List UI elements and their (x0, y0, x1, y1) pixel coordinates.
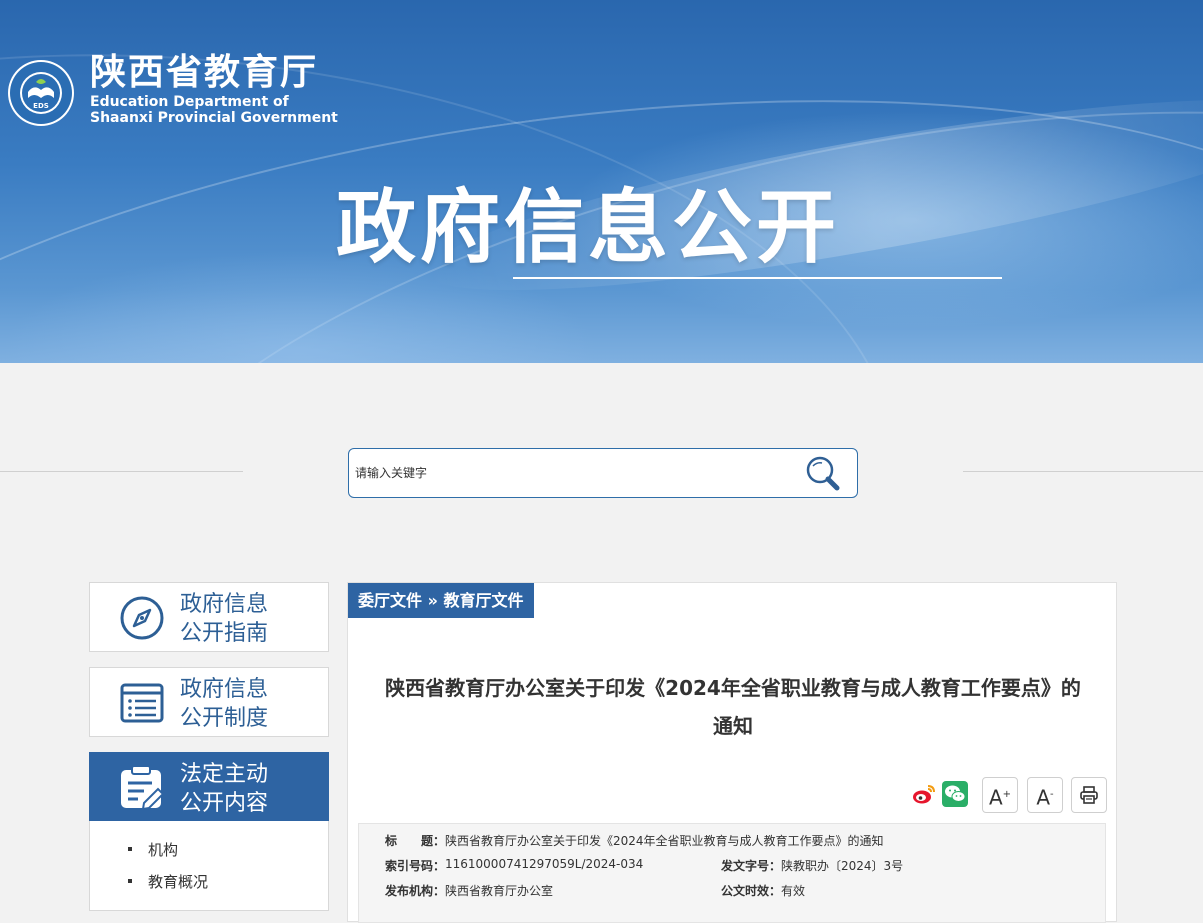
department-logo[interactable]: EDS (6, 58, 76, 128)
sidebar-item-label-line2: 公开制度 (180, 706, 269, 731)
meta-index-label: 索引号码： (385, 859, 446, 873)
meta-issuer-value: 陕西省教育厅办公室 (445, 884, 554, 898)
sidebar-subitem-organization[interactable]: 机构 (128, 839, 179, 860)
meta-issuer-label: 发布机构： (385, 884, 446, 898)
bullet-icon (128, 847, 132, 851)
meta-index-value: 11610000741297059L/2024-034 (445, 857, 644, 871)
banner-title: 政府信息公开 (336, 181, 840, 274)
meta-doc-no-label: 发文字号： (721, 859, 782, 873)
sidebar-item-label-line1: 政府信息 (180, 592, 269, 617)
svg-text:EDS: EDS (33, 102, 49, 110)
sidebar-item-label-line1: 法定主动 (180, 762, 269, 787)
breadcrumb-separator: » (427, 591, 438, 610)
sidebar-item-statutory-content[interactable]: 法定主动 公开内容 (89, 752, 329, 822)
font-increase-button[interactable]: A+ (982, 777, 1018, 813)
bullet-icon (128, 879, 132, 883)
breadcrumb-level1[interactable]: 委厅文件 (358, 591, 422, 610)
font-decrease-label: A (1036, 785, 1051, 810)
sidebar-item-label-line2: 公开指南 (180, 621, 269, 646)
header-banner: EDS 陕西省教育厅 Education Department of Shaan… (0, 0, 1203, 363)
meta-title-label: 标 题： (385, 834, 446, 848)
sidebar-subitem-label: 机构 (148, 841, 179, 859)
sidebar-item-disclosure-system[interactable]: 政府信息 公开制度 (89, 667, 329, 737)
site-name-english-line2: Shaanxi Provincial Government (90, 110, 338, 126)
wechat-icon[interactable] (942, 781, 968, 807)
sidebar-subitem-label: 教育概况 (148, 873, 209, 891)
print-button[interactable] (1071, 777, 1107, 813)
breadcrumb-level2[interactable]: 教育厅文件 (444, 591, 524, 610)
meta-doc-no-value: 陕教职办〔2024〕3号 (781, 859, 904, 873)
sidebar-item-label-line2: 公开内容 (180, 791, 269, 816)
article-panel: 委厅文件 » 教育厅文件 陕西省教育厅办公室关于印发《2024年全省职业教育与成… (347, 582, 1118, 923)
weibo-icon[interactable] (911, 781, 937, 807)
article-title-line1: 陕西省教育厅办公室关于印发《2024年全省职业教育与成人教育工作要点》的 (385, 676, 1081, 700)
site-name-english: Education Department of Shaanxi Provinci… (90, 94, 338, 126)
site-name: 陕西省教育厅 (90, 52, 319, 93)
sidebar-item-label: 法定主动 公开内容 (180, 760, 268, 818)
search-input[interactable] (353, 463, 783, 483)
divider-left (0, 471, 243, 472)
article-title-line2: 通知 (713, 714, 753, 738)
sidebar-item-label: 政府信息 公开制度 (180, 675, 268, 733)
site-name-english-line1: Education Department of (90, 94, 289, 110)
print-icon (1080, 786, 1098, 804)
document-metadata: 标 题： 陕西省教育厅办公室关于印发《2024年全省职业教育与成人教育工作要点》… (358, 823, 1106, 923)
banner-underline (513, 277, 1002, 279)
font-decrease-button[interactable]: A- (1027, 777, 1063, 813)
clipboard-edit-icon (121, 765, 165, 811)
divider-right (963, 471, 1203, 472)
sidebar-item-label: 政府信息 公开指南 (180, 590, 268, 648)
compass-icon (120, 596, 164, 640)
article-title: 陕西省教育厅办公室关于印发《2024年全省职业教育与成人教育工作要点》的 通知 (348, 669, 1118, 745)
list-icon (120, 683, 164, 723)
meta-validity-value: 有效 (781, 884, 806, 898)
search-icon[interactable] (801, 453, 845, 493)
breadcrumb: 委厅文件 » 教育厅文件 (348, 583, 534, 618)
meta-title-value: 陕西省教育厅办公室关于印发《2024年全省职业教育与成人教育工作要点》的通知 (445, 834, 884, 848)
sidebar-item-disclosure-guide[interactable]: 政府信息 公开指南 (89, 582, 329, 652)
sidebar-subitem-education-overview[interactable]: 教育概况 (128, 871, 209, 892)
font-increase-label: A (988, 785, 1003, 810)
sidebar-item-label-line1: 政府信息 (180, 677, 269, 702)
search-box (348, 448, 858, 498)
meta-validity-label: 公文时效： (721, 884, 782, 898)
sidebar-sublist: 机构 教育概况 (89, 821, 329, 911)
